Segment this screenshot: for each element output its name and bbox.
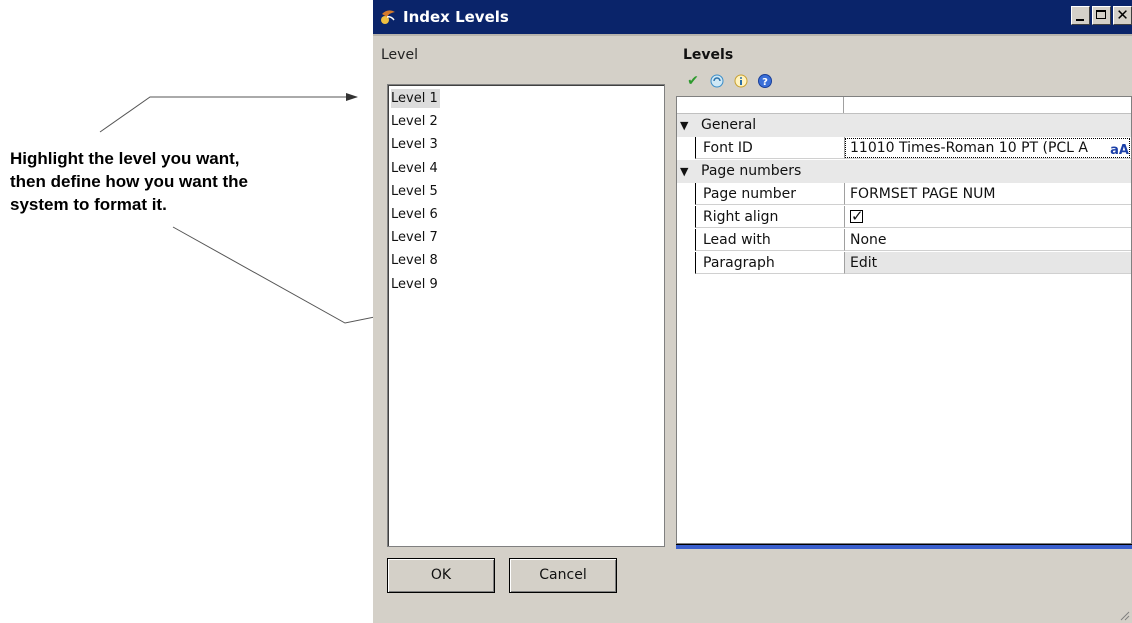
- ok-button[interactable]: OK: [387, 558, 495, 593]
- collapse-triangle-icon[interactable]: ▼: [680, 114, 688, 137]
- paragraph-edit-button[interactable]: Edit: [844, 252, 1131, 274]
- svg-text:?: ?: [762, 77, 768, 88]
- level-item-8[interactable]: Level 8: [388, 249, 664, 272]
- check-icon[interactable]: ✔: [683, 71, 703, 91]
- window-title: Index Levels: [403, 8, 509, 26]
- page-number-value[interactable]: FORMSET PAGE NUM: [844, 183, 1131, 205]
- minimize-button[interactable]: [1071, 6, 1090, 25]
- lead-with-value[interactable]: None: [844, 229, 1131, 251]
- info-icon[interactable]: [731, 71, 751, 91]
- grid-footer-bar: [676, 544, 1132, 549]
- property-paragraph: Paragraph Edit: [677, 252, 1131, 275]
- property-right-align: Right align: [677, 206, 1131, 229]
- level-item-2[interactable]: Level 2: [388, 110, 664, 133]
- right-align-checkbox[interactable]: [850, 206, 864, 227]
- maximize-button[interactable]: [1092, 6, 1111, 25]
- help-icon[interactable]: ?: [755, 71, 775, 91]
- level-item-3[interactable]: Level 3: [388, 133, 664, 156]
- annotation-callout: Highlight the level you want, then defin…: [10, 147, 370, 216]
- arrow-to-level-list: [99, 93, 358, 133]
- paragraph-label: Paragraph: [695, 252, 844, 274]
- category-page-numbers[interactable]: ▼ Page numbers: [677, 160, 1131, 183]
- level-item-7[interactable]: Level 7: [388, 226, 664, 249]
- level-item-4[interactable]: Level 4: [388, 157, 664, 180]
- level-item-1[interactable]: Level 1: [388, 87, 664, 110]
- level-list[interactable]: Level 1 Level 2 Level 3 Level 4 Level 5 …: [387, 84, 665, 547]
- property-page-number: Page number FORMSET PAGE NUM: [677, 183, 1131, 206]
- annotation-line-2: then define how you want the: [10, 172, 248, 191]
- properties-toolbar: ✔ ?: [683, 71, 775, 91]
- levels-heading: Levels: [683, 47, 734, 63]
- font-id-value[interactable]: 11010 Times-Roman 10 PT (PCL A aA: [844, 137, 1131, 159]
- collapse-triangle-icon[interactable]: ▼: [680, 160, 688, 183]
- annotation-line-1: Highlight the level you want,: [10, 149, 240, 168]
- refresh-icon[interactable]: [707, 71, 727, 91]
- category-general[interactable]: ▼ General: [677, 114, 1131, 137]
- property-lead-with: Lead with None: [677, 229, 1131, 252]
- right-align-label: Right align: [695, 206, 844, 228]
- property-font-id: Font ID 11010 Times-Roman 10 PT (PCL A a…: [677, 137, 1131, 160]
- app-icon: [381, 10, 395, 24]
- property-grid: ▼ General Font ID 11010 Times-Roman 10 P…: [676, 96, 1132, 544]
- level-label: Level: [381, 47, 418, 63]
- index-levels-dialog: Index Levels ✕ Level Level 1 Level 2 Lev…: [373, 0, 1132, 623]
- close-button[interactable]: ✕: [1113, 6, 1132, 25]
- level-item-5[interactable]: Level 5: [388, 180, 664, 203]
- right-align-value: [844, 206, 1131, 228]
- annotation-line-3: system to format it.: [10, 195, 167, 214]
- lead-with-label: Lead with: [695, 229, 844, 251]
- level-item-9[interactable]: Level 9: [388, 273, 664, 296]
- page-number-label: Page number: [695, 183, 844, 205]
- cancel-button[interactable]: Cancel: [509, 558, 617, 593]
- title-bar[interactable]: Index Levels ✕: [373, 0, 1132, 36]
- font-picker-icon[interactable]: aA: [1110, 139, 1129, 158]
- grid-header: [677, 97, 1131, 114]
- level-item-6[interactable]: Level 6: [388, 203, 664, 226]
- resize-grip-icon[interactable]: [1120, 611, 1130, 621]
- font-id-label: Font ID: [695, 137, 844, 159]
